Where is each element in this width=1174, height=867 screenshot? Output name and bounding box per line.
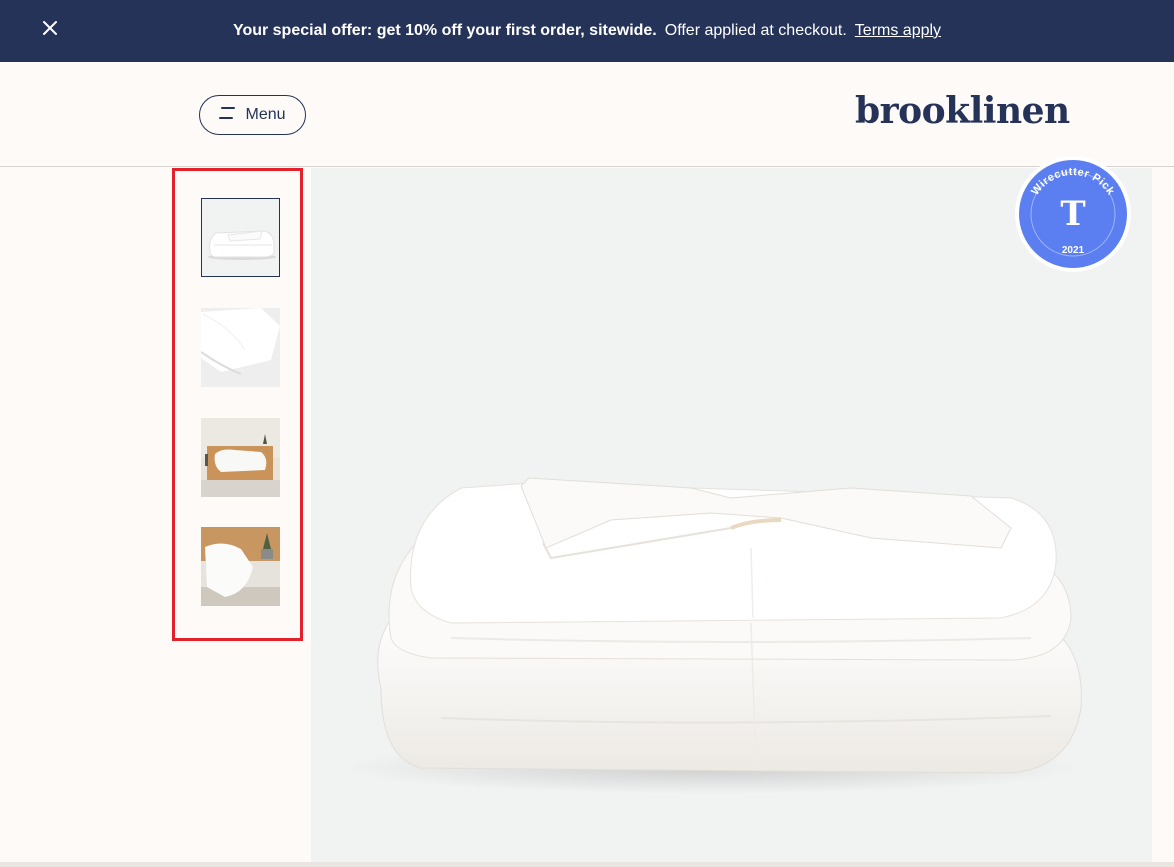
announcement-bar: Your special offer: get 10% off your fir… [0,0,1174,62]
brooklinen-logo[interactable]: brooklinen [855,90,1070,132]
offer-applied-text: Offer applied at checkout. [664,22,847,39]
bedroom-comforter-detail-thumbnail[interactable] [201,527,280,606]
close-icon[interactable] [38,16,62,40]
terms-link[interactable]: Terms apply [855,22,941,40]
comforter-corner-thumbnail[interactable] [201,308,280,387]
folded-comforter-thumbnail[interactable] [201,198,280,277]
menu-button[interactable]: Menu [199,95,306,135]
horizontal-scrollbar[interactable] [0,862,1174,867]
bedroom-comforter-thumbnail[interactable] [201,418,280,497]
badge-year: 2021 [1062,245,1085,256]
announcement-message: Your special offer: get 10% off your fir… [233,22,941,40]
offer-text: Your special offer: get 10% off your fir… [232,22,657,39]
hamburger-icon [219,106,236,124]
nyt-logo-icon: T [1060,194,1085,234]
menu-label: Menu [245,106,286,123]
thumbnail-rail [172,168,303,641]
site-header: Menu brooklinen [0,62,1174,167]
wirecutter-pick-badge: Wirecutter Pick T 2021 [1014,155,1132,273]
